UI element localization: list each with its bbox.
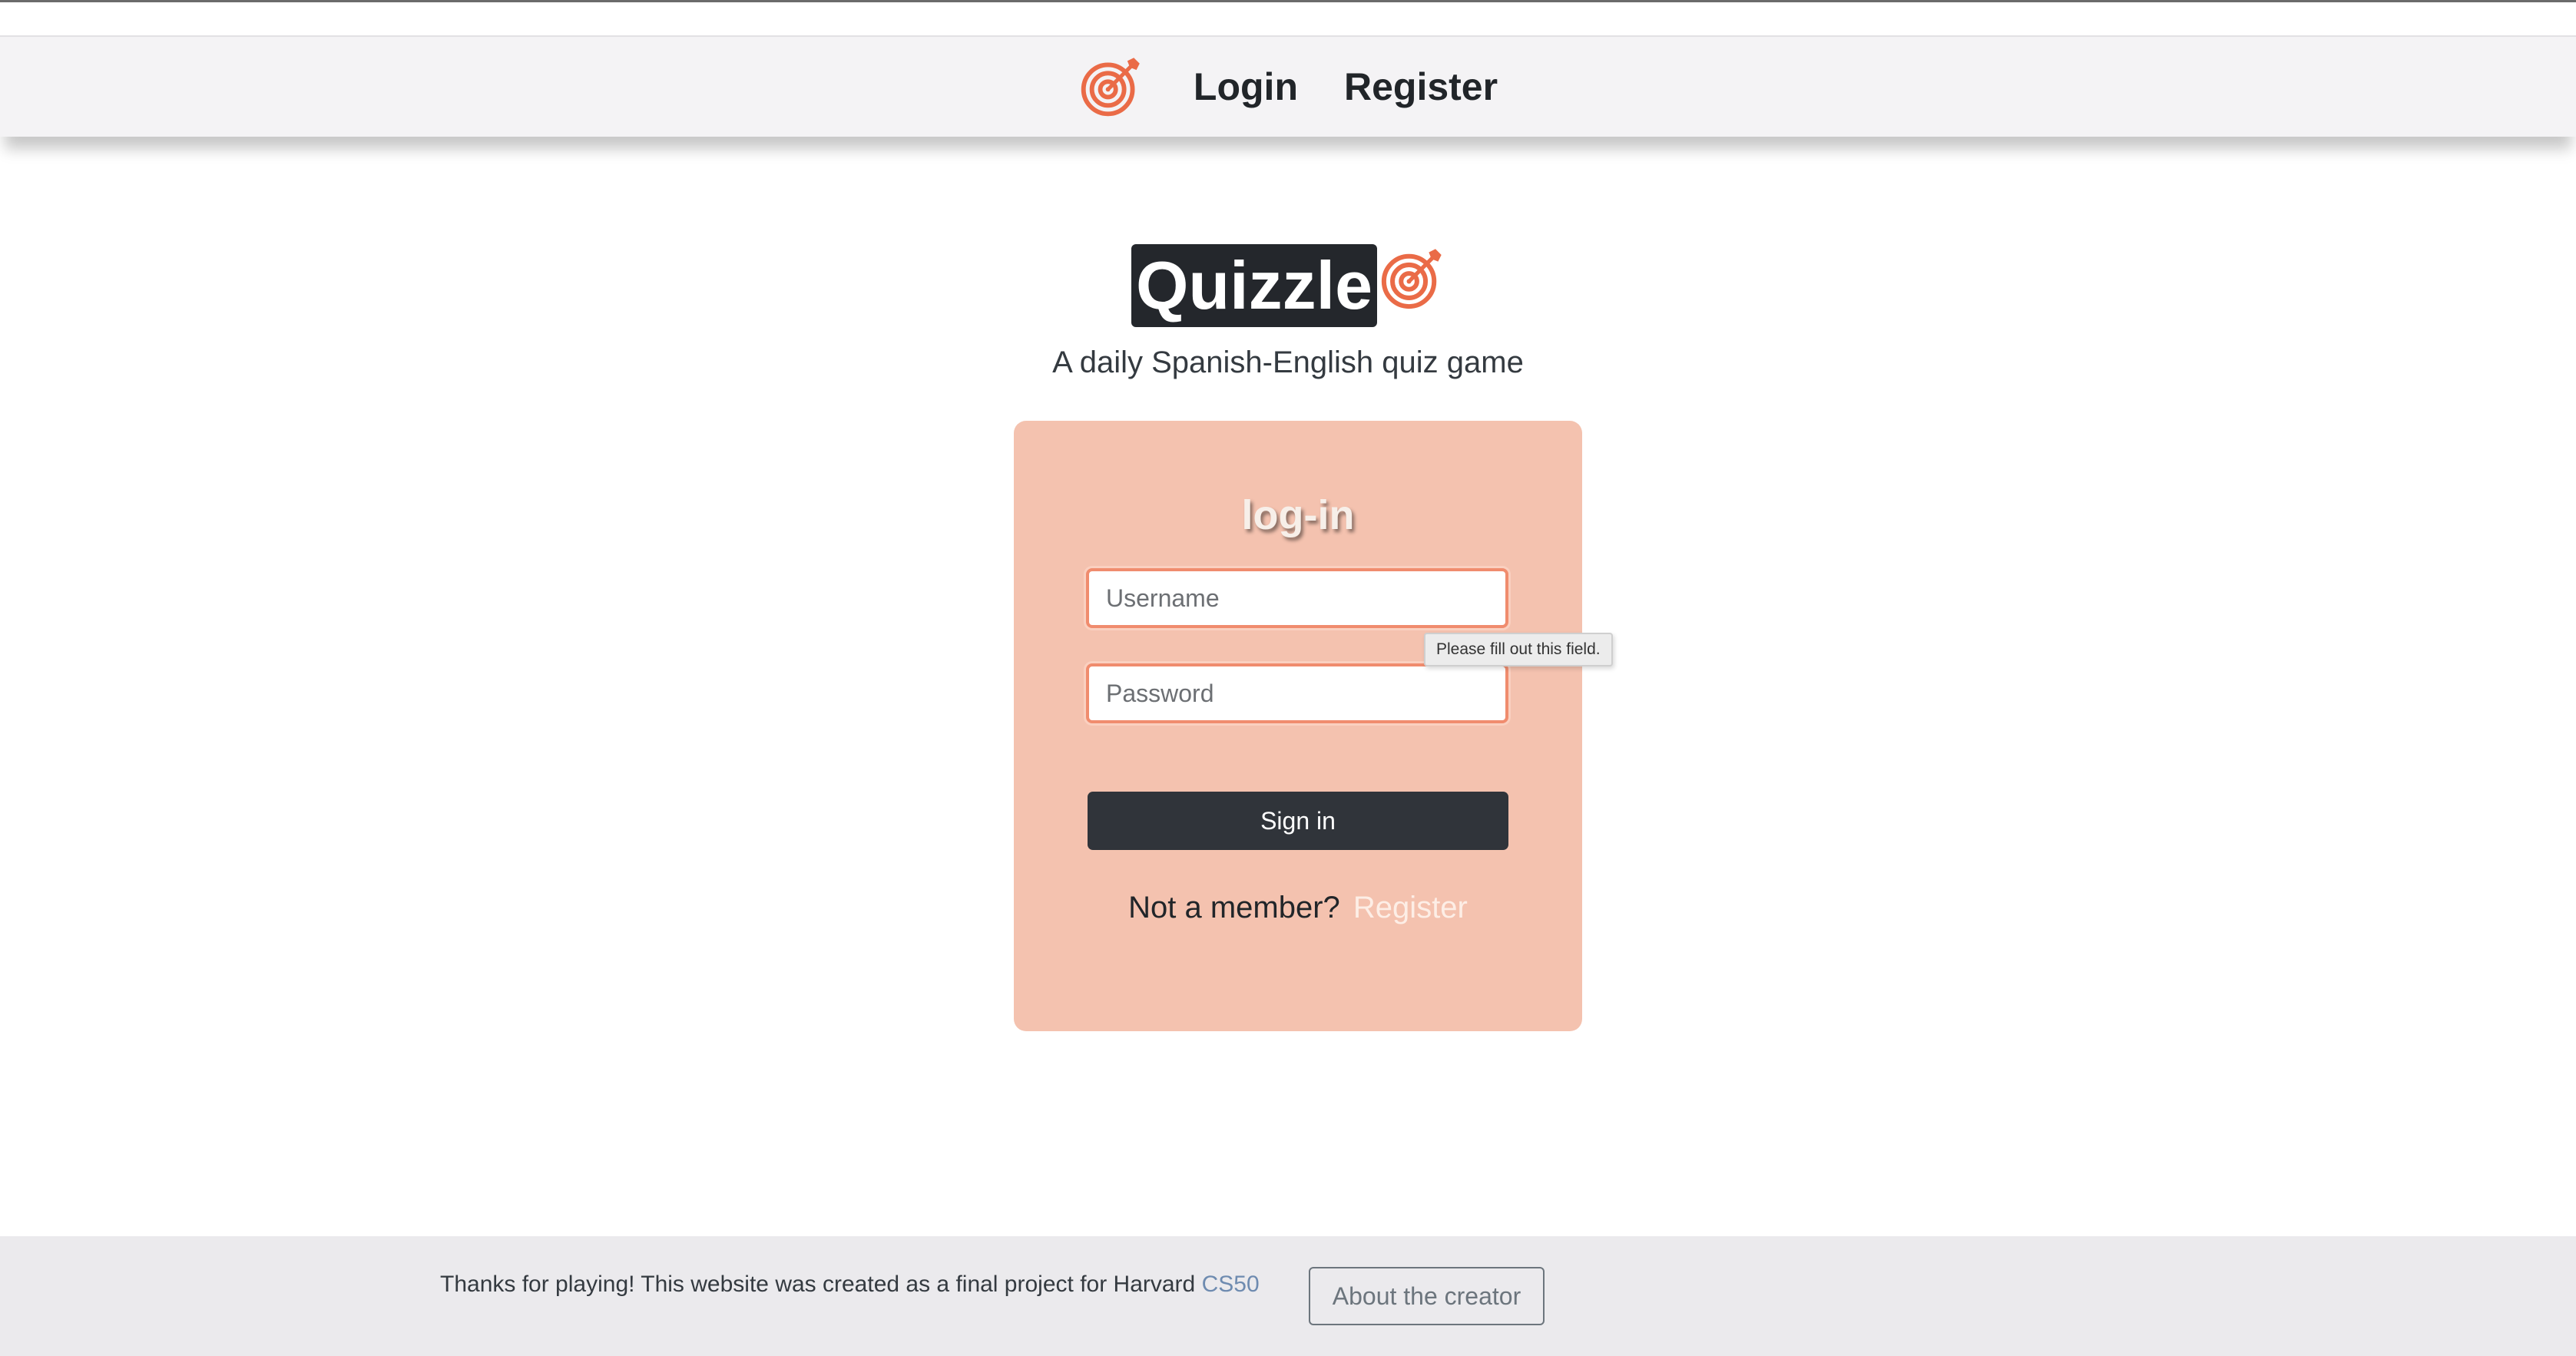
- login-heading: log-in: [1241, 492, 1355, 538]
- nav-register-link[interactable]: Register: [1344, 64, 1498, 109]
- navbar: Login Register: [0, 35, 2576, 137]
- register-link[interactable]: Register: [1353, 891, 1468, 924]
- page: Login Register Quizzle A daily Spanish-E…: [0, 0, 2576, 1356]
- footer-text: Thanks for playing! This website was cre…: [440, 1272, 1260, 1298]
- top-divider: [0, 0, 2576, 2]
- validation-tooltip: Please fill out this field.: [1424, 633, 1613, 666]
- site-tagline: A daily Spanish-English quiz game: [1052, 346, 1524, 379]
- footer: Thanks for playing! This website was cre…: [0, 1236, 2576, 1356]
- brand-header: Quizzle: [0, 244, 2576, 327]
- login-card: log-in Sign in Not a member? Register: [1014, 421, 1582, 1031]
- about-creator-button[interactable]: About the creator: [1309, 1267, 1545, 1325]
- not-member-text: Not a member?: [1128, 891, 1340, 924]
- username-input[interactable]: [1086, 568, 1508, 628]
- sign-in-button[interactable]: Sign in: [1088, 792, 1508, 850]
- footer-credit-text: Thanks for playing! This website was cre…: [440, 1272, 1196, 1297]
- navbar-inner: Login Register: [0, 37, 2576, 137]
- target-logo-icon[interactable]: [1078, 55, 1143, 119]
- password-input[interactable]: [1086, 663, 1508, 723]
- nav-login-link[interactable]: Login: [1194, 64, 1298, 109]
- not-member-row: Not a member? Register: [1014, 891, 1582, 925]
- site-title: Quizzle: [1131, 244, 1378, 327]
- target-logo-icon: [1379, 246, 1445, 312]
- cs50-link[interactable]: CS50: [1202, 1272, 1260, 1297]
